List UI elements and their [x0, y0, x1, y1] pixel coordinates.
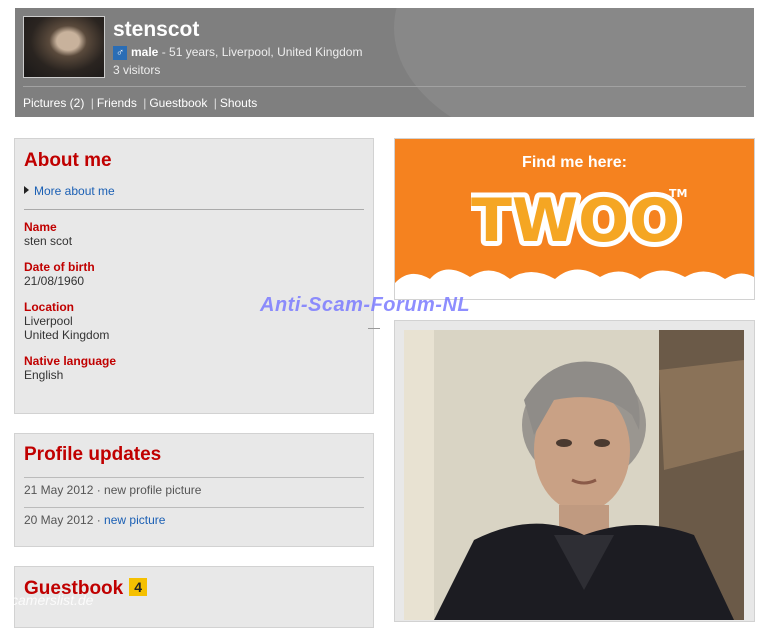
- field-value: sten scot: [24, 234, 73, 248]
- field-native-language: Native language English: [24, 354, 116, 382]
- header-divider: [23, 86, 746, 87]
- field-label: Date of birth: [24, 260, 95, 274]
- nav-pictures[interactable]: Pictures (2): [23, 96, 84, 110]
- field-value: 21/08/1960: [24, 274, 85, 288]
- update-divider: [24, 507, 364, 508]
- profile-updates-panel: Profile updates 21 May 2012 · new profil…: [14, 433, 374, 547]
- update-date: 20 May 2012 ·: [24, 513, 105, 527]
- more-about-me[interactable]: More about me: [24, 184, 115, 198]
- nav-separator: |: [213, 96, 217, 110]
- profile-photo-image: [404, 330, 744, 620]
- visitor-count: 3 visitors: [113, 63, 161, 77]
- field-value: Liverpool: [24, 314, 73, 328]
- field-label: Name: [24, 220, 57, 234]
- twoo-trademark: TM: [669, 187, 687, 200]
- nav-separator: |: [143, 96, 147, 110]
- nav-separator: |: [90, 96, 94, 110]
- about-me-title: About me: [24, 150, 112, 171]
- about-me-panel: About me More about me Name sten scot Da…: [14, 138, 374, 414]
- nav-shouts[interactable]: Shouts: [220, 96, 257, 110]
- field-location: Location Liverpool United Kingdom: [24, 300, 109, 342]
- twoo-logo-text: TWOO: [471, 186, 680, 253]
- field-label: Native language: [24, 354, 117, 368]
- avatar[interactable]: [23, 16, 105, 78]
- field-value: English: [24, 368, 64, 382]
- profile-photo[interactable]: [404, 330, 744, 620]
- decorative-dash: [368, 328, 380, 329]
- gender-text: male: [131, 45, 159, 59]
- update-text: new profile picture: [104, 483, 202, 497]
- twoo-logo: TWOO TWOO TM: [471, 183, 687, 253]
- profile-header: stenscot ♂ male - 51 years, Liverpool, Un…: [15, 8, 754, 117]
- update-link[interactable]: new picture: [104, 513, 165, 527]
- profile-updates-title: Profile updates: [24, 444, 162, 465]
- profile-photo-panel: [394, 320, 755, 622]
- guestbook-count-badge: 4: [129, 578, 148, 596]
- arrow-right-icon: [24, 186, 29, 194]
- twoo-find-me-text: Find me here:: [522, 154, 627, 171]
- corner-watermark: scamerslist.de: [4, 592, 94, 608]
- about-divider: [24, 209, 364, 210]
- update-item: 21 May 2012 · new profile picture: [24, 483, 201, 497]
- more-about-me-link[interactable]: More about me: [34, 184, 115, 198]
- field-label: Location: [24, 300, 74, 314]
- profile-nav: Pictures (2) | Friends | Guestbook | Shouts: [23, 96, 257, 110]
- nav-guestbook[interactable]: Guestbook: [149, 96, 207, 110]
- field-date-of-birth: Date of birth 21/08/1960: [24, 260, 95, 288]
- cloud-decoration: [395, 269, 754, 299]
- twoo-banner[interactable]: Find me here: TWOO TWOO TM: [394, 138, 755, 300]
- update-date: 21 May 2012 ·: [24, 483, 105, 497]
- male-symbol-icon: ♂: [113, 45, 127, 60]
- update-item: 20 May 2012 · new picture: [24, 513, 165, 527]
- watermark-text: Anti-Scam-Forum-NL: [260, 294, 471, 316]
- profile-meta: ♂ male - 51 years, Liverpool, United King…: [113, 45, 362, 60]
- update-divider: [24, 477, 364, 478]
- nav-friends[interactable]: Friends: [97, 96, 137, 110]
- header-decoration: [394, 8, 754, 117]
- field-name: Name sten scot: [24, 220, 72, 248]
- field-value: United Kingdom: [24, 328, 110, 342]
- profile-details: - 51 years, Liverpool, United Kingdom: [158, 45, 363, 59]
- profile-username: stenscot: [113, 18, 200, 41]
